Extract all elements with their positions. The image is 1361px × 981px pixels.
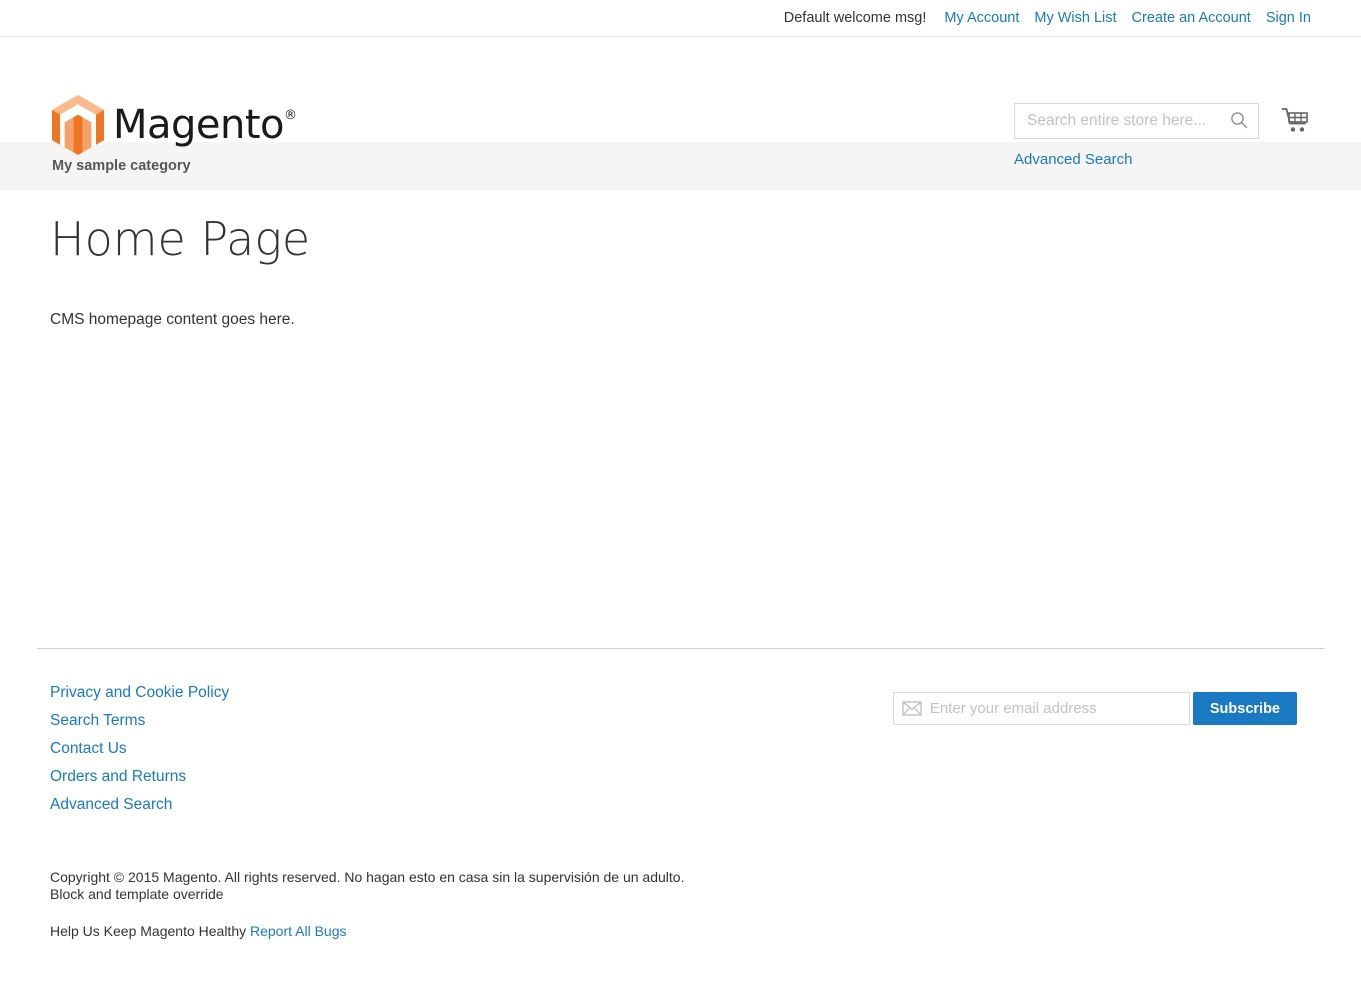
search-block: Advanced Search <box>1014 103 1259 168</box>
newsletter-signup: Subscribe <box>892 692 1297 725</box>
cms-content-text: CMS homepage content goes here. <box>50 310 295 328</box>
copyright-block: Copyright © 2015 Magento. All rights res… <box>50 819 1311 903</box>
footer-columns: Privacy and Cookie Policy Search Terms C… <box>50 649 1311 819</box>
report-all-bugs-link[interactable]: Report All Bugs <box>250 923 347 939</box>
header-actions: Advanced Search <box>1014 103 1311 168</box>
advanced-search-link[interactable]: Advanced Search <box>1014 151 1259 168</box>
newsletter-field-wrapper <box>892 692 1190 725</box>
storefront-page: Default welcome msg! My Account My Wish … <box>0 0 1361 981</box>
footer-link-search-terms[interactable]: Search Terms <box>50 707 229 735</box>
link-my-account[interactable]: My Account <box>944 10 1019 26</box>
search-icon <box>1230 111 1248 132</box>
minicart-link[interactable] <box>1281 107 1311 140</box>
copyright-line-2: Block and template override <box>50 886 224 902</box>
search-button[interactable] <box>1223 103 1255 139</box>
copyright-line-1: Copyright © 2015 Magento. All rights res… <box>50 869 685 885</box>
report-bugs-text: Help Us Keep Magento Healthy <box>50 923 247 939</box>
logo-word-text: Magento <box>113 102 285 148</box>
main-content: Home Page CMS homepage content goes here… <box>0 190 1361 329</box>
page-header: Magento® Advanced Search <box>0 37 1361 168</box>
shopping-cart-icon <box>1281 108 1311 139</box>
footer-links: Privacy and Cookie Policy Search Terms C… <box>50 679 229 819</box>
logo-wordmark: Magento® <box>113 105 297 145</box>
report-bugs-block: Help Us Keep Magento Healthy Report All … <box>50 903 1311 939</box>
logo-link[interactable]: Magento® <box>52 95 297 155</box>
link-sign-in[interactable]: Sign In <box>1266 10 1311 26</box>
page-title: Home Page <box>50 212 311 266</box>
welcome-message: Default welcome msg! <box>783 10 927 26</box>
search-wrapper <box>1014 103 1259 139</box>
link-my-wish-list[interactable]: My Wish List <box>1034 10 1116 26</box>
link-create-an-account[interactable]: Create an Account <box>1132 10 1251 26</box>
logo-registered-mark: ® <box>284 108 297 123</box>
nav-item-my-sample-category[interactable]: My sample category <box>52 158 191 174</box>
footer-link-orders-and-returns[interactable]: Orders and Returns <box>50 763 229 791</box>
footer-link-advanced-search[interactable]: Advanced Search <box>50 791 229 819</box>
top-links: My Account My Wish List Create an Accoun… <box>944 10 1311 26</box>
newsletter-email-input[interactable] <box>892 692 1190 725</box>
footer-link-privacy-and-cookie-policy[interactable]: Privacy and Cookie Policy <box>50 679 229 707</box>
magento-hexagon-icon <box>52 95 104 155</box>
top-panel: Default welcome msg! My Account My Wish … <box>0 0 1361 37</box>
subscribe-button[interactable]: Subscribe <box>1192 692 1297 725</box>
page-footer: Privacy and Cookie Policy Search Terms C… <box>0 648 1361 939</box>
footer-link-contact-us[interactable]: Contact Us <box>50 735 229 763</box>
